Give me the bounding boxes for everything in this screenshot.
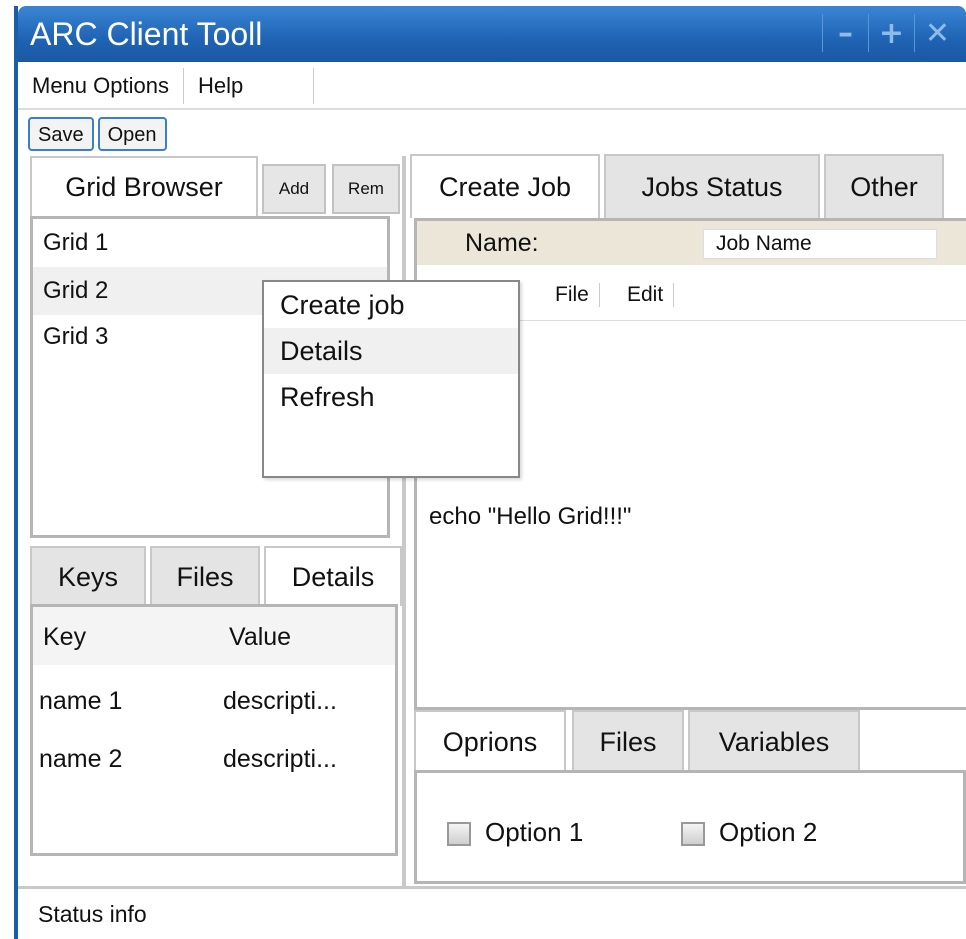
options-panel: Option 1 Option 2 (414, 770, 966, 884)
option-2-label: Option 2 (719, 817, 818, 847)
column-header-value: Value (229, 623, 292, 651)
option-2[interactable]: Option 2 (681, 817, 817, 848)
context-menu: Create job Details Refresh (262, 280, 520, 478)
table-row-value[interactable]: descripti... (223, 745, 337, 774)
key-value-table: Key Value name 1 descripti... name 2 des… (30, 604, 398, 856)
maximize-icon[interactable]: + (868, 14, 914, 52)
list-item-grid-1[interactable]: Grid 1 (43, 229, 108, 257)
list-item-grid-3[interactable]: Grid 3 (43, 323, 108, 351)
tab-jobs-status[interactable]: Jobs Status (604, 154, 820, 218)
app-window: ARC Client Tooll – + ✕ Menu Options Help… (14, 6, 966, 939)
status-bar: Status info (18, 886, 966, 939)
tab-variables[interactable]: Variables (688, 710, 860, 772)
checkbox-option-2[interactable] (681, 822, 705, 847)
open-button[interactable]: Open (97, 117, 167, 151)
table-row-key[interactable]: name 2 (39, 745, 122, 774)
editor-menu-file[interactable]: File (555, 283, 600, 307)
tab-details[interactable]: Details (264, 546, 402, 606)
window-title: ARC Client Tooll (30, 16, 263, 52)
name-label: Name: (465, 229, 539, 257)
close-icon[interactable]: ✕ (914, 14, 960, 52)
rem-button[interactable]: Rem (332, 164, 400, 214)
menu-help[interactable]: Help (198, 68, 315, 104)
tab-grid-browser[interactable]: Grid Browser (30, 156, 258, 216)
tab-options[interactable]: Oprions (414, 710, 566, 772)
add-button[interactable]: Add (262, 164, 326, 214)
status-text: Status info (38, 901, 147, 927)
option-1-label: Option 1 (485, 817, 584, 847)
tab-keys[interactable]: Keys (30, 546, 146, 606)
list-item-grid-2[interactable]: Grid 2 (43, 277, 108, 305)
context-item-create-job[interactable]: Create job (264, 282, 518, 328)
minimize-icon[interactable]: – (822, 14, 868, 52)
save-button[interactable]: Save (28, 117, 94, 151)
column-header-key: Key (43, 623, 87, 651)
tab-create-job[interactable]: Create Job (410, 154, 600, 218)
tab-files-left[interactable]: Files (150, 546, 260, 606)
context-item-details[interactable]: Details (264, 328, 518, 374)
script-text-area[interactable]: echo "Hello Grid!!!" (429, 503, 631, 531)
tab-other[interactable]: Other (824, 154, 944, 218)
checkbox-option-1[interactable] (447, 822, 471, 847)
job-name-field[interactable]: Job Name (703, 229, 937, 259)
table-row-value[interactable]: descripti... (223, 687, 337, 716)
editor-menu-edit[interactable]: Edit (627, 283, 675, 307)
table-row-key[interactable]: name 1 (39, 687, 122, 716)
menu-options[interactable]: Menu Options (32, 68, 184, 104)
menu-bar: Menu Options Help (18, 64, 966, 110)
context-item-refresh[interactable]: Refresh (264, 374, 518, 420)
title-bar[interactable]: ARC Client Tooll – + ✕ (18, 6, 966, 62)
option-1[interactable]: Option 1 (447, 817, 583, 848)
tab-files-right[interactable]: Files (572, 710, 684, 772)
toolbar: Save Open (18, 112, 966, 156)
